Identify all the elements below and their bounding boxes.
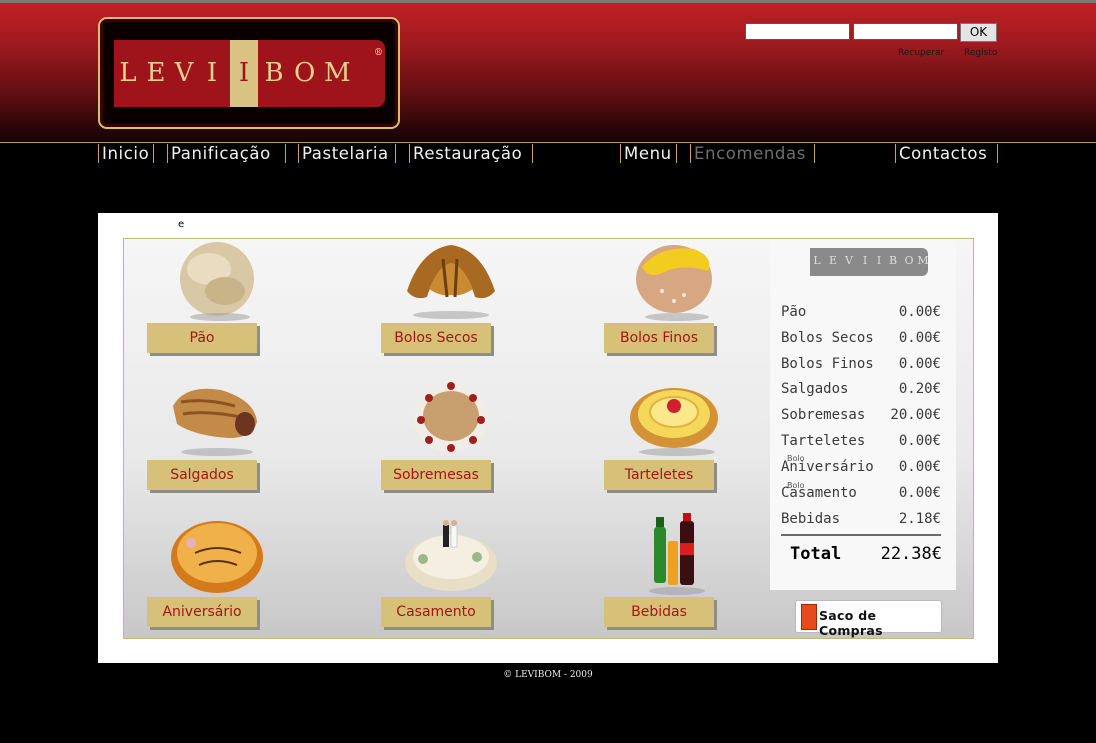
receipt-row: Casamento 0.00€ <box>781 485 941 501</box>
registered-mark: ® <box>374 48 383 58</box>
category-sobremesas[interactable]: Sobremesas <box>381 376 521 496</box>
footer-copyright: © LEVIBOM - 2009 <box>503 670 593 680</box>
logo-bar: L E V I I B O M ® <box>114 40 385 107</box>
receipt-row: Tarteletes 0.00€ <box>781 433 941 449</box>
receipt-logo: L E V I I B O M <box>810 248 929 276</box>
shopping-bag-button[interactable]: Saco de Compras <box>795 600 942 638</box>
username-input[interactable] <box>745 23 850 40</box>
receipt-row: Bebidas 2.18€ <box>781 511 941 527</box>
berliner-icon <box>636 245 712 321</box>
category-label: Pão <box>147 323 257 353</box>
receipt-divider <box>781 534 941 536</box>
receipt-row: Sobremesas 20.00€ <box>781 407 941 423</box>
register-link[interactable]: Registo <box>964 48 997 58</box>
nav-pastelaria[interactable]: Pastelaria <box>298 144 396 163</box>
bread-roll-icon <box>180 242 254 321</box>
levibom-logo[interactable]: L E V I I B O M ® <box>98 17 400 129</box>
recover-link[interactable]: Recuperar <box>898 48 944 58</box>
category-salgados[interactable]: Salgados <box>147 376 287 496</box>
category-label: Salgados <box>147 460 257 490</box>
total-label: Total <box>790 544 842 564</box>
category-label: Tarteletes <box>604 460 714 490</box>
site-header: L E V I I B O M ® OK Recuperar Registo <box>0 0 1096 142</box>
category-bolos-secos[interactable]: Bolos Secos <box>381 239 521 359</box>
category-label: Sobremesas <box>381 460 491 490</box>
nav-contactos[interactable]: Contactos <box>895 144 998 163</box>
order-receipt: L E V I I B O M Pão 0.00€ Bolos Secos 0.… <box>770 240 956 590</box>
category-pao[interactable]: Pão <box>147 239 287 359</box>
total-value: 22.38€ <box>880 544 942 564</box>
receipt-row: Bolos Secos 0.00€ <box>781 330 941 346</box>
category-label: Casamento <box>381 597 491 627</box>
stray-text: e <box>178 219 185 230</box>
nav-restauracao[interactable]: Restauração <box>409 144 533 163</box>
password-input[interactable] <box>853 23 958 40</box>
category-casamento[interactable]: Casamento <box>381 513 521 633</box>
category-bolos-finos[interactable]: Bolos Finos <box>604 239 744 359</box>
drinks-icon <box>649 513 705 595</box>
receipt-row: Aniversário 0.00€ <box>781 459 941 475</box>
receipt-row: Pão 0.00€ <box>781 304 941 320</box>
category-tarteletes[interactable]: Tarteletes <box>604 376 744 496</box>
login-ok-button[interactable]: OK <box>960 23 997 42</box>
nav-encomendas[interactable]: Encomendas <box>690 144 815 163</box>
category-label: Bebidas <box>604 597 714 627</box>
category-bebidas[interactable]: Bebidas <box>604 513 744 633</box>
birthday-cake-icon <box>171 521 263 593</box>
category-label: Bolos Finos <box>604 323 714 353</box>
header-divider <box>0 142 1096 143</box>
category-label: Bolos Secos <box>381 323 491 353</box>
cake-icon <box>413 382 489 452</box>
order-panel: Pão Bolos Secos Bolos Finos Salgados Sob… <box>123 238 974 639</box>
receipt-row: Salgados 0.20€ <box>781 381 941 397</box>
category-aniversario[interactable]: Aniversário <box>147 513 287 633</box>
nav-menu[interactable]: Menu <box>620 144 677 163</box>
wedding-cake-icon <box>405 520 497 591</box>
receipt-row: Bolos Finos 0.00€ <box>781 356 941 372</box>
nav-panificacao[interactable]: Panificação <box>167 144 286 163</box>
tartlet-icon <box>630 388 718 456</box>
pastry-roll-icon <box>173 388 257 456</box>
nav-inicio[interactable]: Inicio <box>98 144 154 163</box>
shopping-bag-icon <box>801 604 817 630</box>
category-label: Aniversário <box>147 597 257 627</box>
croissant-icon <box>407 245 495 319</box>
receipt-total: Total 22.38€ <box>790 544 942 566</box>
orders-content: e Pão Bolos Secos Bolos Finos Salgados S… <box>98 213 998 663</box>
